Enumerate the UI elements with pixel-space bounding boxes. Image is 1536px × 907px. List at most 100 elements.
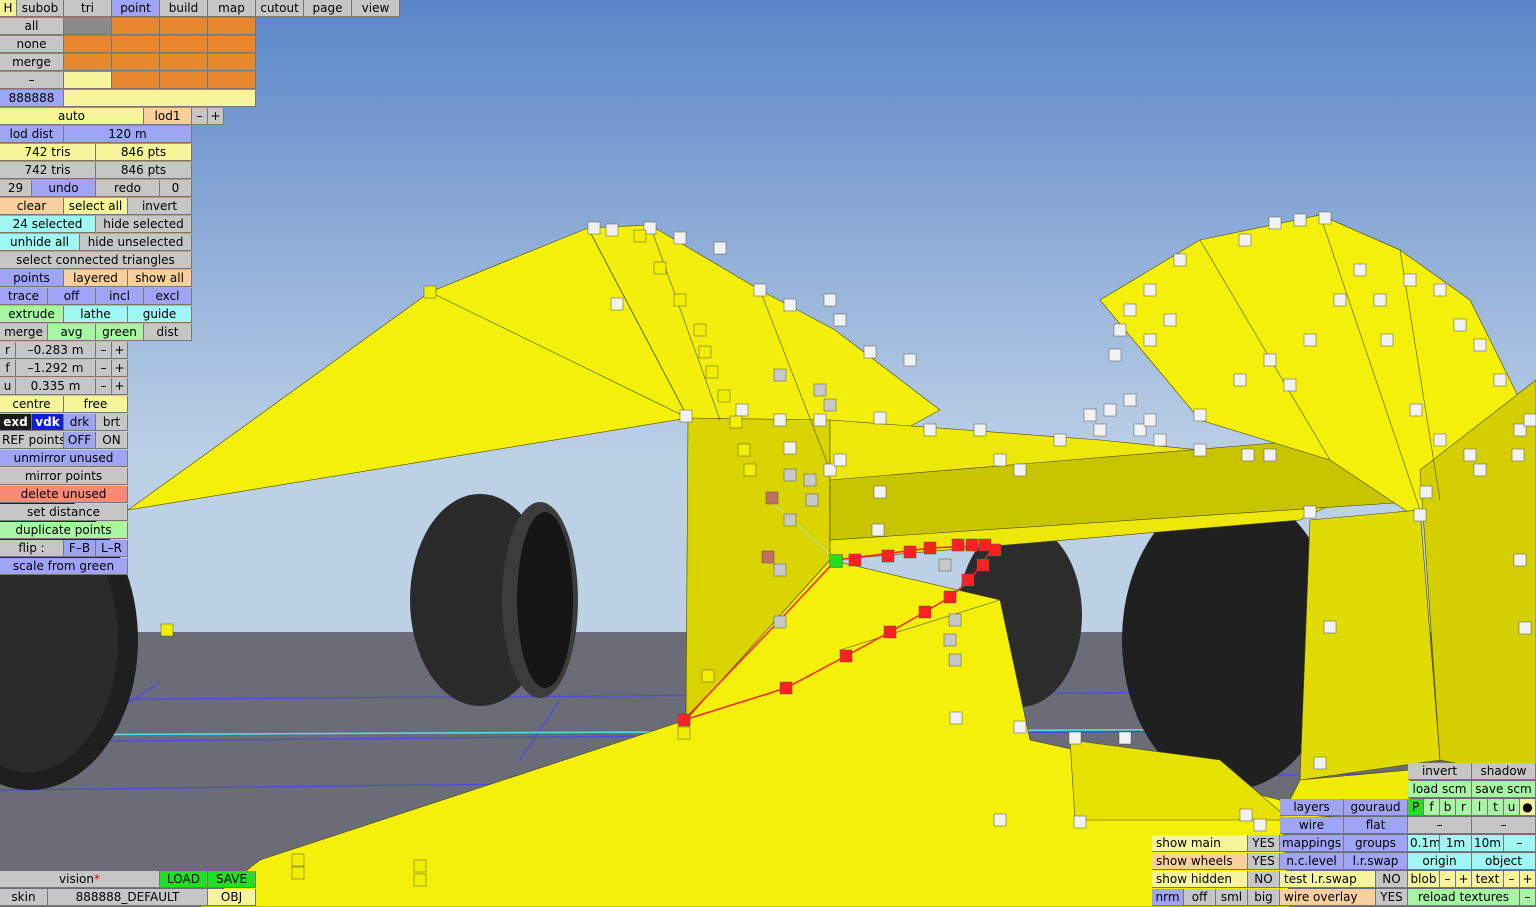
lod1-button[interactable]: lod1 (144, 108, 192, 125)
select-none-button[interactable]: none (0, 36, 64, 53)
tab-point[interactable]: point (112, 0, 160, 17)
points-mode-button[interactable]: points (0, 270, 64, 287)
lod-minus-button[interactable]: – (192, 108, 208, 125)
pivot-free-button[interactable]: free (64, 396, 128, 413)
lathe-button[interactable]: lathe (64, 306, 128, 323)
select-all-button[interactable]: all (0, 18, 64, 35)
show-all-button[interactable]: show all (128, 270, 192, 287)
tab-cutout[interactable]: cutout (256, 0, 304, 17)
extrude-button[interactable]: extrude (0, 306, 64, 323)
ref-points-off-button[interactable]: OFF (64, 432, 96, 449)
gouraud-button[interactable]: gouraud (1344, 799, 1408, 816)
trace-off-button[interactable]: off (48, 288, 96, 305)
flip-fb-button[interactable]: F–B (64, 540, 96, 557)
groups-button[interactable]: groups (1344, 835, 1408, 852)
undo-button[interactable]: undo (32, 180, 96, 197)
coord-u-minus-button[interactable]: – (96, 378, 112, 395)
trace-excl-button[interactable]: excl (144, 288, 192, 305)
show-hidden-toggle[interactable]: NO (1248, 871, 1280, 888)
layer-toggle-f[interactable]: f (1424, 799, 1440, 816)
select-merge-button[interactable]: merge (0, 54, 64, 71)
lod-plus-button[interactable]: + (208, 108, 224, 125)
tab-map[interactable]: map (208, 0, 256, 17)
coord-r-plus-button[interactable]: + (112, 342, 128, 359)
grid-minus-button[interactable]: – (1504, 835, 1536, 852)
layer-toggle-r[interactable]: r (1456, 799, 1472, 816)
merge-dist-button[interactable]: dist (144, 324, 192, 341)
text-minus-button[interactable]: – (1504, 871, 1520, 888)
nc-level-button[interactable]: n.c.level (1280, 853, 1344, 870)
tab-page[interactable]: page (304, 0, 352, 17)
3d-viewport[interactable] (0, 0, 1536, 907)
invert-selection-button[interactable]: invert (128, 198, 192, 215)
color-swatch[interactable] (64, 72, 112, 89)
show-main-toggle[interactable]: YES (1248, 835, 1280, 852)
color-swatch[interactable] (112, 36, 160, 53)
select-all-points-button[interactable]: select all (64, 198, 128, 215)
show-wheels-toggle[interactable]: YES (1248, 853, 1280, 870)
tab-h[interactable]: H (0, 0, 17, 17)
invert-view-button[interactable]: invert (1408, 763, 1472, 780)
coord-u-value[interactable]: 0.335 m (16, 378, 96, 395)
blob-plus-button[interactable]: + (1456, 871, 1472, 888)
merge-avg-button[interactable]: avg (48, 324, 96, 341)
color-swatch[interactable] (64, 54, 112, 71)
normals-nrm-button[interactable]: nrm (1152, 889, 1184, 906)
layer-toggle-t[interactable]: t (1488, 799, 1504, 816)
normals-off-button[interactable]: off (1184, 889, 1216, 906)
object-button[interactable]: object (1472, 853, 1536, 870)
flat-button[interactable]: flat (1344, 817, 1408, 834)
skin-name[interactable]: 888888_DEFAULT (48, 889, 208, 906)
duplicate-points-button[interactable]: duplicate points (0, 522, 128, 539)
merge-green-button[interactable]: green (96, 324, 144, 341)
coord-f-minus-button[interactable]: – (96, 360, 112, 377)
display-exd-button[interactable]: exd (0, 414, 32, 431)
color-swatch[interactable] (160, 18, 208, 35)
set-distance-button[interactable]: set distance (0, 504, 128, 521)
layer-toggle-l[interactable]: l (1472, 799, 1488, 816)
tab-subob[interactable]: subob (17, 0, 64, 17)
unhide-all-button[interactable]: unhide all (0, 234, 80, 251)
vision-button[interactable]: vision* (0, 871, 160, 888)
coord-f-value[interactable]: –1.292 m (16, 360, 96, 377)
guide-button[interactable]: guide (128, 306, 192, 323)
color-swatch[interactable] (160, 36, 208, 53)
layer-toggle-u[interactable]: u (1504, 799, 1520, 816)
tab-build[interactable]: build (160, 0, 208, 17)
hide-unselected-button[interactable]: hide unselected (80, 234, 192, 251)
color-swatch[interactable] (208, 72, 256, 89)
color-swatch[interactable] (208, 54, 256, 71)
color-swatch[interactable] (208, 36, 256, 53)
display-drk-button[interactable]: drk (64, 414, 96, 431)
color-swatch[interactable] (208, 18, 256, 35)
wire-overlay-toggle[interactable]: YES (1376, 889, 1408, 906)
reload-minus-button[interactable]: – (1520, 889, 1536, 906)
select-connected-triangles-button[interactable]: select connected triangles (0, 252, 192, 269)
color-swatch[interactable] (160, 54, 208, 71)
clear-button[interactable]: clear (0, 198, 64, 215)
delete-unused-button[interactable]: delete unused (0, 486, 128, 503)
shadow-button[interactable]: shadow (1472, 763, 1536, 780)
pivot-centre-button[interactable]: centre (0, 396, 64, 413)
hide-selected-button[interactable]: hide selected (96, 216, 192, 233)
display-brt-button[interactable]: brt (96, 414, 128, 431)
scale-from-green-button[interactable]: scale from green (0, 558, 128, 575)
tab-tri[interactable]: tri (64, 0, 112, 17)
lod-dist-value[interactable]: 120 m (64, 126, 192, 143)
mirror-points-button[interactable]: mirror points (0, 468, 128, 485)
layers-button[interactable]: layers (1280, 799, 1344, 816)
grid-1m-button[interactable]: 1m (1440, 835, 1472, 852)
lr-swap-button[interactable]: l.r.swap (1344, 853, 1408, 870)
color-swatch[interactable] (112, 72, 160, 89)
layered-mode-button[interactable]: layered (64, 270, 128, 287)
obj-button[interactable]: OBJ (208, 889, 256, 906)
load-scm-button[interactable]: load scm (1408, 781, 1472, 798)
trace-incl-button[interactable]: incl (96, 288, 144, 305)
color-swatch[interactable] (112, 18, 160, 35)
color-swatch[interactable] (112, 54, 160, 71)
load-button[interactable]: LOAD (160, 871, 208, 888)
coord-u-plus-button[interactable]: + (112, 378, 128, 395)
normals-sml-button[interactable]: sml (1216, 889, 1248, 906)
color-swatch[interactable] (160, 72, 208, 89)
merge-points-button[interactable]: merge (0, 324, 48, 341)
